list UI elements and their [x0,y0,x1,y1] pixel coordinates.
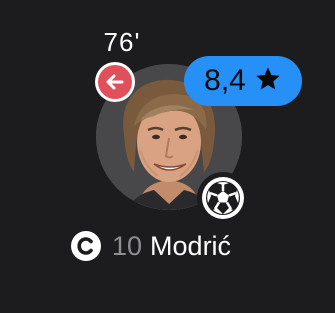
rating-badge: 8,4 [184,56,302,106]
player-card[interactable]: 76' 8,4 10 Modrić [0,0,335,313]
rating-value: 8,4 [204,64,246,97]
captain-c-icon [70,230,102,262]
player-name: Modrić [150,230,232,261]
sub-out-arrow-icon [95,62,135,102]
substitution-time: 76' [103,27,141,57]
football-goal-icon [197,172,249,224]
shirt-number: 10 [112,230,143,261]
player-name-row[interactable]: 10 Modrić [70,228,231,264]
star-icon [254,65,282,98]
